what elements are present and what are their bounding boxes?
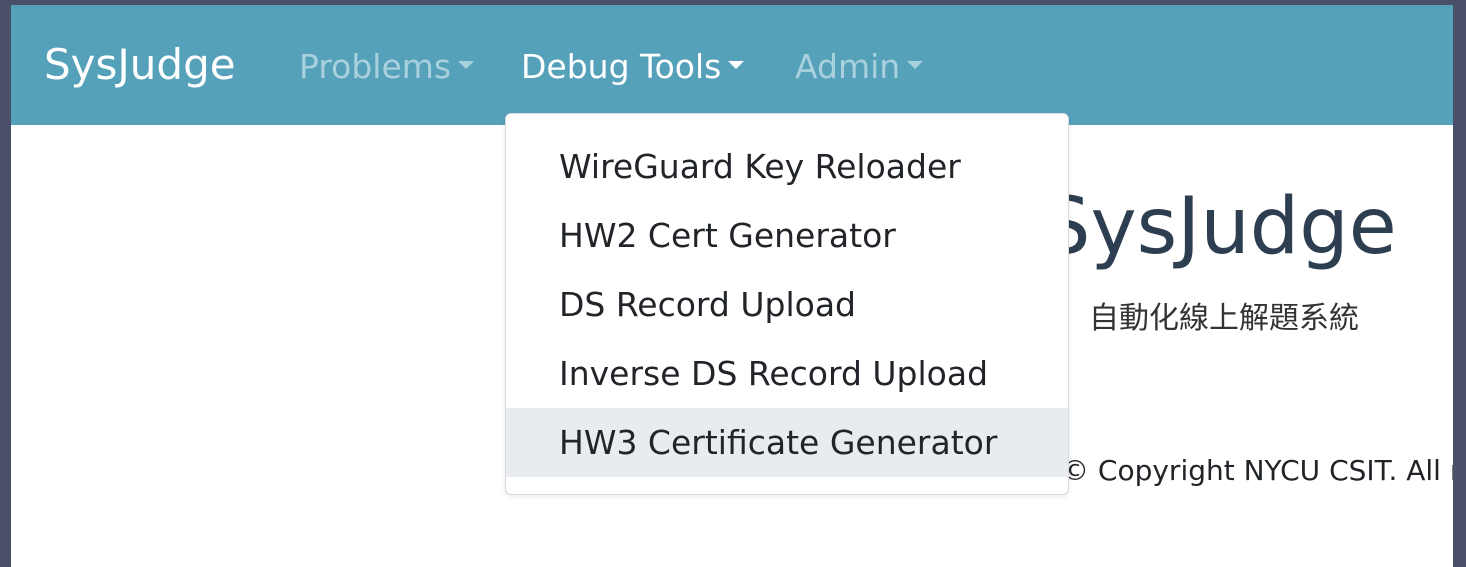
nav-item-admin-label: Admin [795,47,901,86]
dropdown-item-hw3-certificate-generator[interactable]: HW3 Certificate Generator [506,408,1068,477]
nav-item-admin[interactable]: Admin [795,47,924,87]
nav-item-problems-label: Problems [299,47,452,86]
nav-item-problems[interactable]: Problems [299,47,475,87]
navbar: SysJudge Problems Debug Tools Admin [11,5,1453,125]
caret-down-icon [458,60,475,69]
footer-copyright: © Copyright NYCU CSIT. All rights reserv… [1061,454,1453,487]
nav-item-debug-tools[interactable]: Debug Tools [521,47,745,87]
navbar-brand[interactable]: SysJudge [44,39,236,91]
hero-subtitle: 自動化線上解題系統 [1089,301,1359,336]
dropdown-item-wireguard-key-reloader[interactable]: WireGuard Key Reloader [506,132,1068,201]
nav-item-debug-tools-label: Debug Tools [521,47,722,86]
debug-tools-dropdown-menu: WireGuard Key Reloader HW2 Cert Generato… [505,113,1069,495]
caret-down-icon [728,60,745,69]
dropdown-item-ds-record-upload[interactable]: DS Record Upload [506,270,1068,339]
hero-title: SysJudge [1041,182,1397,272]
dropdown-item-hw2-cert-generator[interactable]: HW2 Cert Generator [506,201,1068,270]
caret-down-icon [907,60,924,69]
browser-viewport: SysJudge Problems Debug Tools Admin SysJ… [11,5,1453,567]
dropdown-item-inverse-ds-record-upload[interactable]: Inverse DS Record Upload [506,339,1068,408]
